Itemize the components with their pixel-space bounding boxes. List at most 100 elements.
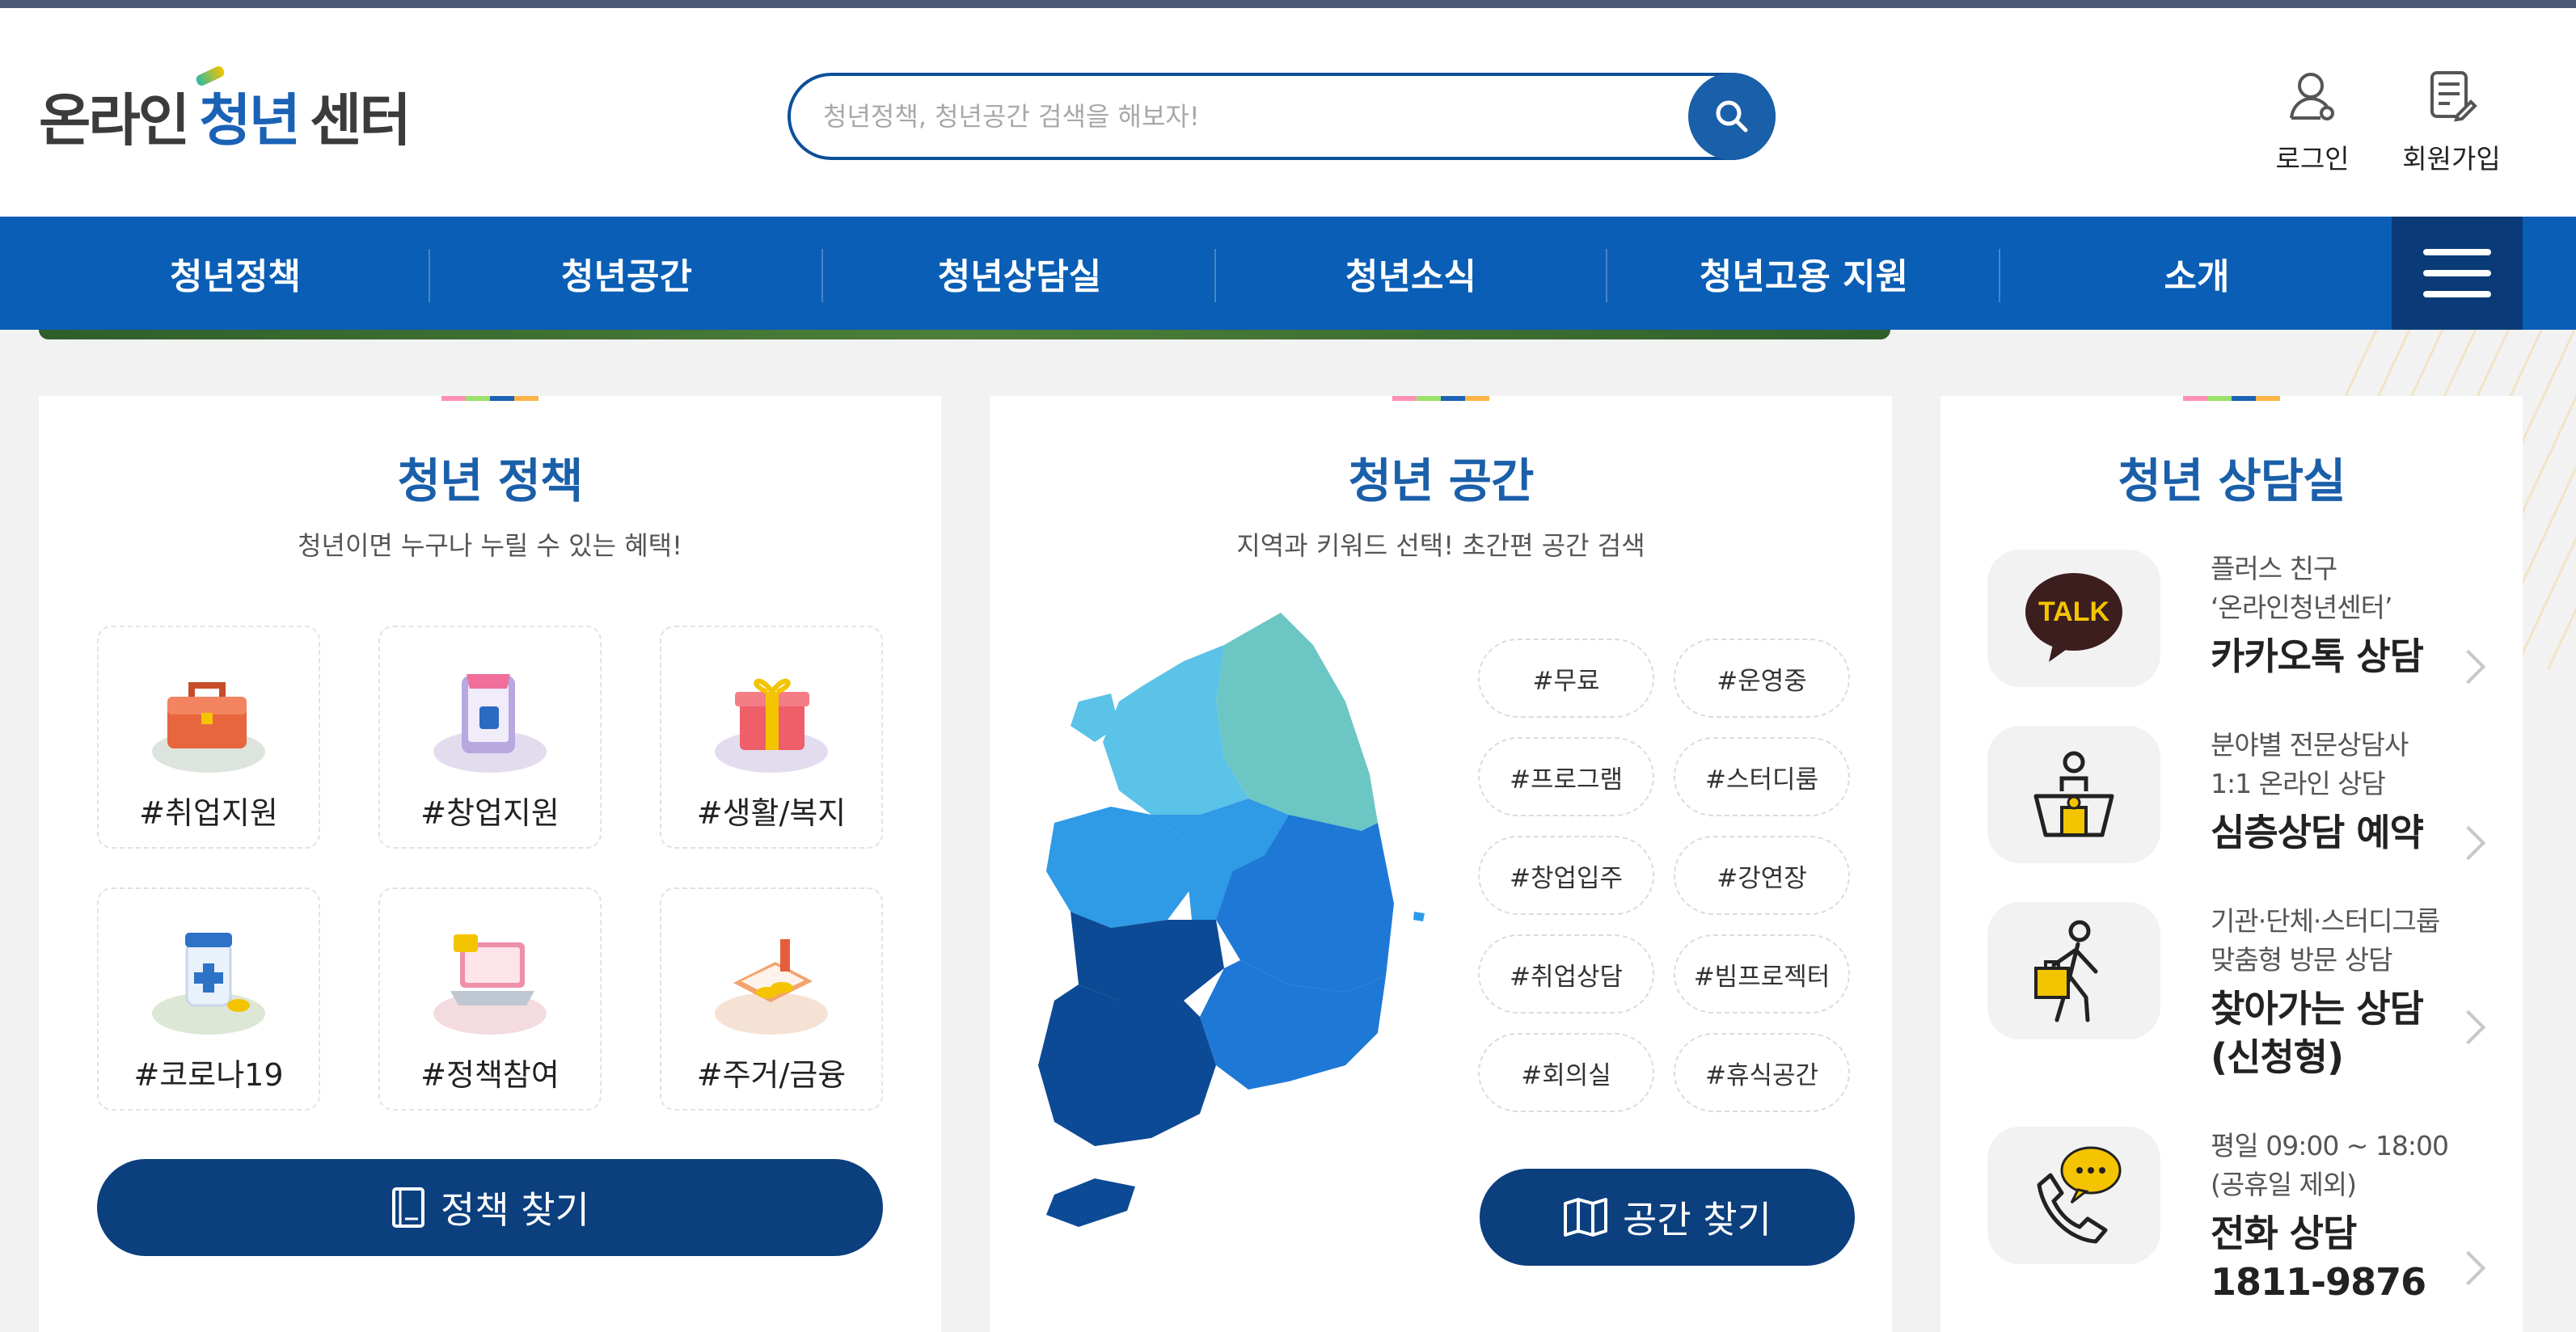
- top-accent-line: [0, 0, 2576, 8]
- map-region-jeonnam: [1038, 984, 1216, 1146]
- visiting-person-icon: [2034, 920, 2098, 1022]
- policy-title: 청년 정책: [397, 453, 584, 508]
- phone-chat-icon: [2037, 1146, 2122, 1244]
- nav-item-employment[interactable]: 청년고용 지원: [1607, 217, 2000, 330]
- tile-label: #생활/복지: [696, 795, 847, 831]
- space-card: 청년 공간 지역과 키워드 선택! 초간편 공간 검색 #무료 #운영중 #프로…: [990, 396, 1892, 1332]
- consult-icon-box: [1987, 1127, 2160, 1264]
- site-logo[interactable]: 온라인 청년 센터: [39, 79, 412, 154]
- policy-tile-startup[interactable]: #창업지원: [378, 626, 602, 849]
- briefcase-icon: [152, 682, 265, 773]
- phone-number: 1811-9876: [2211, 1260, 2426, 1304]
- card-accent-bar: [1392, 396, 1489, 401]
- login-link[interactable]: 로그인: [2248, 70, 2377, 176]
- consult-name: 전화 상담: [2211, 1212, 2357, 1255]
- kakao-icon-text: TALK: [2038, 596, 2110, 627]
- find-policy-button[interactable]: 정책 찾기: [97, 1159, 883, 1256]
- logo-text-online: 온라인: [39, 86, 190, 154]
- consult-item-visit[interactable]: 기관·단체·스터디그룹 맞춤형 방문 상담 찾아가는 상담 (신청형): [1987, 902, 2486, 1096]
- space-tag[interactable]: #취업상담: [1478, 934, 1654, 1014]
- main-nav: 청년정책 청년공간 청년상담실 청년소식 청년고용 지원 소개: [0, 217, 2576, 330]
- hamburger-menu-icon: [2423, 249, 2491, 255]
- consult-desc: 1:1 온라인 상담: [2211, 768, 2386, 799]
- consult-item-deep[interactable]: 분야별 전문상담사 1:1 온라인 상담 심층상담 예약: [1987, 726, 2486, 871]
- search-box: [788, 73, 1776, 160]
- consult-text: 플러스 친구 ‘온라인청년센터’ 카카오톡 상담: [2211, 550, 2477, 681]
- consult-name-sub: (신청형): [2211, 1035, 2344, 1079]
- policy-tile-participation[interactable]: #정책참여: [378, 887, 602, 1111]
- policy-tile-covid[interactable]: #코로나19: [97, 887, 320, 1111]
- consult-name: 심층상담 예약: [2211, 811, 2424, 854]
- banner-edge: [39, 330, 1890, 339]
- space-tag[interactable]: #운영중: [1674, 639, 1850, 718]
- signup-label: 회원가입: [2402, 143, 2501, 175]
- consult-text: 기관·단체·스터디그룹 맞춤형 방문 상담 찾아가는 상담 (신청형): [2211, 902, 2477, 1081]
- policy-tile-employment[interactable]: #취업지원: [97, 626, 320, 849]
- kakao-talk-icon: TALK: [2025, 573, 2122, 662]
- space-title: 청년 공간: [1348, 453, 1535, 508]
- korea-region-map[interactable]: [1022, 613, 1442, 1243]
- space-tag[interactable]: #무료: [1478, 639, 1654, 718]
- policy-tile-welfare[interactable]: #생활/복지: [660, 626, 883, 849]
- consult-icon-box: TALK: [1987, 550, 2160, 687]
- consult-text: 평일 09:00 ~ 18:00 (공휴일 제외) 전화 상담 1811-987…: [2211, 1127, 2477, 1306]
- consult-card: 청년 상담실 TALK 플러스 친구 ‘온라인청년센터’ 카카오톡 상담 분야별…: [1940, 396, 2523, 1332]
- consult-desc: 기관·단체·스터디그룹: [2211, 905, 2440, 937]
- counselor-icon: [2033, 751, 2114, 837]
- login-label: 로그인: [2275, 143, 2350, 175]
- find-space-label: 공간 찾기: [1623, 1198, 1772, 1241]
- space-tag[interactable]: #강연장: [1674, 836, 1850, 915]
- policy-tile-housing[interactable]: #주거/금융: [660, 887, 883, 1111]
- search-input[interactable]: [823, 94, 1632, 139]
- consult-item-phone[interactable]: 평일 09:00 ~ 18:00 (공휴일 제외) 전화 상담 1811-987…: [1987, 1127, 2486, 1321]
- laptop-icon: [433, 934, 547, 1035]
- nav-item-counsel[interactable]: 청년상담실: [823, 217, 1216, 330]
- tile-label: #주거/금융: [696, 1057, 847, 1093]
- tile-label: #정책참여: [420, 1057, 560, 1093]
- consult-title: 청년 상담실: [2118, 453, 2346, 508]
- site-header: 온라인 청년 센터 로그인 회원가입: [0, 8, 2576, 217]
- consult-desc: 맞춤형 방문 상담: [2211, 944, 2393, 976]
- space-tag[interactable]: #휴식공간: [1674, 1033, 1850, 1112]
- search-button[interactable]: [1688, 73, 1776, 160]
- find-space-button[interactable]: 공간 찾기: [1480, 1169, 1855, 1266]
- space-tag[interactable]: #스터디룸: [1674, 737, 1850, 816]
- consult-desc: 플러스 친구: [2211, 553, 2337, 584]
- tile-label: #창업지원: [420, 795, 560, 831]
- signup-link[interactable]: 회원가입: [2387, 70, 2516, 176]
- medicine-icon: [152, 933, 265, 1035]
- space-subtitle: 지역과 키워드 선택! 초간편 공간 검색: [1236, 530, 1645, 561]
- consult-name: 카카오톡 상담: [2211, 634, 2424, 678]
- consult-desc: 평일 09:00 ~ 18:00: [2211, 1130, 2449, 1161]
- nav-item-space[interactable]: 청년공간: [430, 217, 823, 330]
- consult-icon-box: [1987, 902, 2160, 1039]
- space-tag[interactable]: #빔프로젝터: [1674, 934, 1850, 1014]
- signup-doc-icon: [2430, 71, 2477, 122]
- nav-item-about[interactable]: 소개: [2000, 217, 2393, 330]
- gift-icon: [715, 678, 828, 773]
- hamburger-menu-button[interactable]: [2392, 217, 2523, 330]
- logo-text-youth: 청년: [199, 75, 301, 157]
- consult-desc: ‘온라인청년센터’: [2211, 592, 2393, 623]
- space-tag[interactable]: #창업입주: [1478, 836, 1654, 915]
- book-icon: [392, 1187, 425, 1228]
- storefront-phone-icon: [433, 674, 547, 773]
- map-region-jeonbuk: [1071, 912, 1224, 1001]
- nav-item-news[interactable]: 청년소식: [1214, 217, 1607, 330]
- tile-label: #코로나19: [133, 1057, 284, 1093]
- nav-item-policy[interactable]: 청년정책: [39, 217, 432, 330]
- card-accent-bar: [2183, 396, 2280, 401]
- space-tag[interactable]: #프로그램: [1478, 737, 1654, 816]
- policy-subtitle: 청년이면 누구나 누릴 수 있는 혜택!: [298, 530, 682, 561]
- consult-icon-box: [1987, 726, 2160, 863]
- consult-desc: 분야별 전문상담사: [2211, 729, 2409, 761]
- policy-card: 청년 정책 청년이면 누구나 누릴 수 있는 혜택! #취업지원 #창업지원 #…: [39, 396, 941, 1332]
- consult-name: 찾아가는 상담: [2211, 987, 2424, 1031]
- login-user-icon: [2290, 73, 2334, 120]
- space-tag[interactable]: #회의실: [1478, 1033, 1654, 1112]
- consult-item-kakao[interactable]: TALK 플러스 친구 ‘온라인청년센터’ 카카오톡 상담: [1987, 550, 2486, 695]
- map-region-jeju: [1046, 1178, 1135, 1227]
- find-policy-label: 정책 찾기: [441, 1188, 589, 1232]
- document-coins-icon: [715, 939, 828, 1035]
- tile-label: #취업지원: [139, 795, 278, 831]
